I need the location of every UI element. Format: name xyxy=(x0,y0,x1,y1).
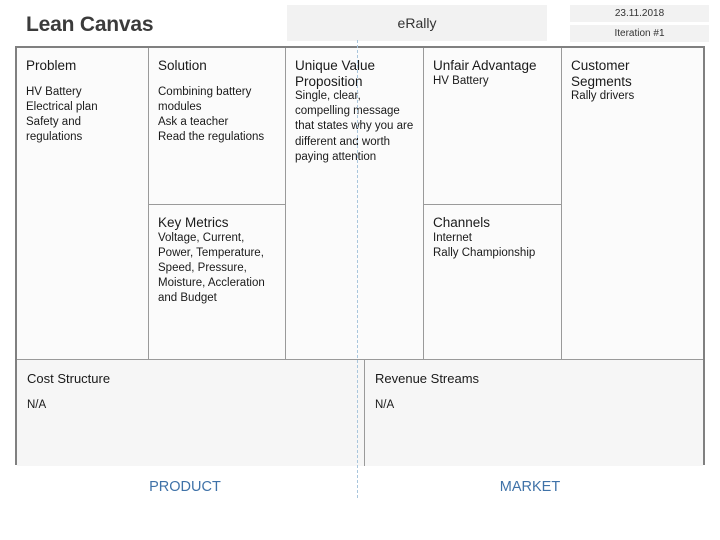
cell-uvp-body: Single, clear, compelling message that s… xyxy=(295,90,414,163)
cell-key-metrics[interactable]: Key Metrics Voltage, Current, Power, Tem… xyxy=(149,205,286,359)
cell-problem-title: Problem xyxy=(26,58,77,73)
cell-solution-body: Combining battery modules Ask a teacher … xyxy=(158,85,265,144)
cell-unfair-advantage[interactable]: Unfair Advantage HV Battery xyxy=(424,48,562,205)
cell-key-metrics-title: Key Metrics xyxy=(158,215,229,230)
page-title: Lean Canvas xyxy=(26,13,154,36)
lean-canvas-grid: Problem HV Battery Electrical plan Safet… xyxy=(15,46,705,466)
cell-problem-body: HV Battery Electrical plan Safety and re… xyxy=(26,85,98,144)
project-name-box[interactable]: eRally xyxy=(287,5,547,41)
cell-cost-structure-title: Cost Structure xyxy=(27,371,111,386)
iteration-label: Iteration #1 xyxy=(614,28,665,39)
iteration-box[interactable]: Iteration #1 xyxy=(570,25,709,42)
cell-customer-segments-title: Customer Segments xyxy=(571,58,632,89)
footer-label-product: PRODUCT xyxy=(149,479,221,495)
cell-solution[interactable]: Solution Combining battery modules Ask a… xyxy=(149,48,286,205)
cell-key-metrics-body: Voltage, Current, Power, Temperature, Sp… xyxy=(158,231,265,305)
cell-uvp-title: Unique Value Proposition xyxy=(295,58,376,89)
date-box[interactable]: 23.11.2018 xyxy=(570,5,709,22)
cell-unfair-advantage-title: Unfair Advantage xyxy=(433,58,537,73)
product-market-divider-line xyxy=(357,40,358,498)
cell-unique-value-proposition[interactable]: Unique Value Proposition Single, clear, … xyxy=(286,48,424,359)
cell-customer-segments[interactable]: Customer Segments Rally drivers xyxy=(562,48,703,359)
cell-channels-title: Channels xyxy=(433,215,491,230)
cell-channels[interactable]: Channels Internet Rally Championship xyxy=(424,205,562,359)
cell-customer-segments-body: Rally drivers xyxy=(571,90,635,103)
cell-revenue-streams[interactable]: Revenue Streams N/A xyxy=(365,360,703,466)
cell-problem[interactable]: Problem HV Battery Electrical plan Safet… xyxy=(17,48,149,359)
footer-label-market: MARKET xyxy=(499,479,561,495)
cell-revenue-streams-body: N/A xyxy=(375,399,395,411)
cell-solution-title: Solution xyxy=(158,58,207,73)
canvas-bottom-row: Cost Structure N/A Revenue Streams N/A xyxy=(17,359,703,466)
cell-revenue-streams-title: Revenue Streams xyxy=(375,371,480,386)
cell-cost-structure-body: N/A xyxy=(27,399,47,411)
cell-channels-body: Internet Rally Championship xyxy=(433,231,536,259)
date-label: 23.11.2018 xyxy=(614,8,665,19)
cell-cost-structure[interactable]: Cost Structure N/A xyxy=(17,360,365,466)
project-name-label: eRally xyxy=(397,15,437,31)
cell-unfair-advantage-body: HV Battery xyxy=(433,74,489,87)
lean-canvas-page: Lean Canvas eRally 23.11.2018 Iteration … xyxy=(0,0,720,540)
